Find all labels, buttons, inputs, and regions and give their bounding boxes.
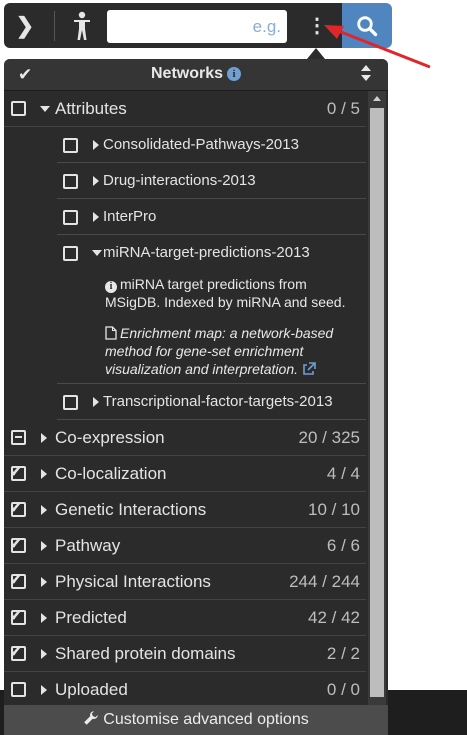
group-count: 6 / 6 <box>326 536 360 555</box>
caret-right-icon[interactable] <box>41 649 47 659</box>
vertical-scrollbar[interactable] <box>368 91 386 735</box>
caret-right-icon[interactable] <box>93 176 99 186</box>
caret-right-icon[interactable] <box>41 685 47 695</box>
caret-right-icon[interactable] <box>41 577 47 587</box>
network-item-label: Transcriptional-factor-targets-2013 <box>103 393 333 410</box>
caret-right-icon[interactable] <box>93 212 99 222</box>
caret-right-icon[interactable] <box>41 505 47 515</box>
external-link-icon[interactable] <box>302 362 316 376</box>
group-label: Physical Interactions <box>55 572 211 591</box>
network-item-label: Drug-interactions-2013 <box>103 172 256 189</box>
wrench-icon <box>84 711 99 725</box>
network-item[interactable]: miRNA-target-predictions-2013 <box>57 235 366 270</box>
caret-right-icon[interactable] <box>41 433 47 443</box>
panel-title: Networks i <box>4 65 388 83</box>
partial-checkbox[interactable] <box>11 430 26 445</box>
sort-icon[interactable] <box>360 63 372 83</box>
network-item[interactable]: Transcriptional-factor-targets-2013 <box>57 384 366 420</box>
check-icon: ✔ <box>9 642 24 661</box>
group-count: 20 / 325 <box>298 428 360 447</box>
group-row[interactable]: ✔ Predicted 42 / 42 <box>4 600 366 636</box>
group-row[interactable]: ✔ Physical Interactions 244 / 244 <box>4 564 366 600</box>
checkbox[interactable] <box>63 246 78 261</box>
group-label: Co-expression <box>55 428 165 447</box>
group-label: Co-localization <box>55 464 167 483</box>
caret-down-icon[interactable] <box>92 250 102 256</box>
check-icon: ✔ <box>9 606 24 625</box>
networks-panel: ✔ Networks i Attributes 0 / 5 Consolidate… <box>4 59 388 735</box>
group-label: Genetic Interactions <box>55 500 207 519</box>
check-icon: ✔ <box>9 498 24 517</box>
group-count: 244 / 244 <box>289 572 360 591</box>
checkbox[interactable] <box>63 395 78 410</box>
scroll-up-arrow-icon[interactable] <box>373 96 381 101</box>
popover-caret <box>307 48 325 59</box>
caret-right-icon[interactable] <box>93 397 99 407</box>
caret-right-icon[interactable] <box>41 613 47 623</box>
publication-link[interactable]: Enrichment map: a network-based method f… <box>105 324 365 378</box>
caret-down-icon[interactable] <box>40 106 50 112</box>
checkbox[interactable] <box>63 174 78 189</box>
check-icon: ✔ <box>9 570 24 589</box>
network-item-details: i miRNA target predictions from MSigDB. I… <box>57 270 366 384</box>
network-item-label: InterPro <box>103 208 157 225</box>
group-row[interactable]: ✔ Shared protein domains 2 / 2 <box>4 636 366 672</box>
network-item[interactable]: Drug-interactions-2013 <box>57 163 366 199</box>
caret-right-icon[interactable] <box>93 140 99 150</box>
caret-right-icon[interactable] <box>41 541 47 551</box>
group-count: 0 / 0 <box>326 680 360 699</box>
network-item-label: Consolidated-Pathways-2013 <box>103 136 299 153</box>
checkbox[interactable] <box>11 682 26 697</box>
network-item-label: miRNA-target-predictions-2013 <box>103 244 310 261</box>
document-icon <box>105 326 117 340</box>
search-input[interactable] <box>107 10 287 43</box>
network-item[interactable]: InterPro <box>57 199 366 235</box>
chevron-right-icon[interactable]: ❯ <box>4 3 46 48</box>
group-row[interactable]: ✔ Pathway 6 / 6 <box>4 528 366 564</box>
info-icon: i <box>105 281 117 293</box>
group-label: Pathway <box>55 536 121 555</box>
group-count: 42 / 42 <box>308 608 360 627</box>
checkbox[interactable] <box>63 210 78 225</box>
toolbar-divider <box>54 11 55 41</box>
group-label: Predicted <box>55 608 127 627</box>
group-count: 0 / 5 <box>326 99 360 118</box>
group-row-attributes[interactable]: Attributes 0 / 5 <box>4 91 366 127</box>
group-row[interactable]: Uploaded 0 / 0 <box>4 672 366 707</box>
checkbox[interactable] <box>11 101 26 116</box>
customise-advanced-options-button[interactable]: Customise advanced options <box>4 705 388 735</box>
group-count: 4 / 4 <box>326 464 360 483</box>
info-icon[interactable]: i <box>227 67 242 81</box>
checkbox[interactable] <box>63 138 78 153</box>
group-label: Attributes <box>55 99 127 118</box>
network-description: i miRNA target predictions from MSigDB. I… <box>105 276 346 310</box>
group-row[interactable]: ✔ Genetic Interactions 10 / 10 <box>4 492 366 528</box>
group-row[interactable]: Co-expression 20 / 325 <box>4 420 366 456</box>
network-group-list: Attributes 0 / 5 Consolidated-Pathways-2… <box>4 91 366 707</box>
group-count: 10 / 10 <box>308 500 360 519</box>
check-icon: ✔ <box>9 462 24 481</box>
group-label: Shared protein domains <box>55 644 236 663</box>
group-label: Uploaded <box>55 680 128 699</box>
group-row[interactable]: ✔ Co-localization 4 / 4 <box>4 456 366 492</box>
human-figure-icon[interactable] <box>59 3 105 48</box>
networks-header: ✔ Networks i <box>4 59 388 91</box>
network-item[interactable]: Consolidated-Pathways-2013 <box>57 127 366 163</box>
group-count: 2 / 2 <box>326 644 360 663</box>
check-icon: ✔ <box>9 534 24 553</box>
scrollbar-thumb[interactable] <box>370 108 384 697</box>
caret-right-icon[interactable] <box>41 469 47 479</box>
